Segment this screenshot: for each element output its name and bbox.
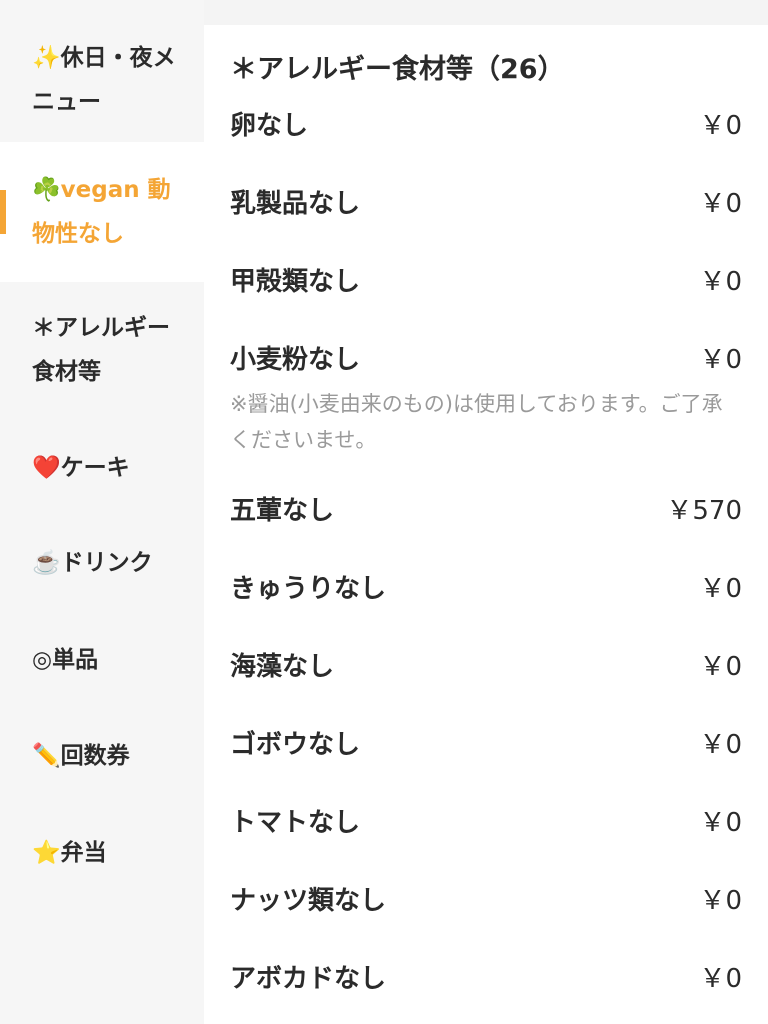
item-name: 五葷なし xyxy=(230,496,335,526)
active-indicator xyxy=(0,190,6,234)
menu-item[interactable]: アボカドなし ￥0 xyxy=(230,958,742,995)
item-name: アボカドなし xyxy=(230,964,387,994)
menu-item[interactable]: 小麦粉なし ￥0 ※醤油(小麦由来のもの)は使用しております。ご了承くださいませ… xyxy=(230,339,742,458)
menu-item[interactable]: トマトなし ￥0 xyxy=(230,802,742,839)
sidebar-item-label: ❤️ケーキ xyxy=(32,455,130,481)
sidebar-item-label: ☘️vegan 動物性なし xyxy=(32,177,171,247)
sidebar-item-label: ✨休日・夜メニュー xyxy=(32,45,176,115)
sidebar-item-single[interactable]: ◎単品 xyxy=(0,638,204,682)
item-price: ￥0 xyxy=(699,964,742,994)
top-strip xyxy=(204,0,768,25)
item-name: 甲殻類なし xyxy=(230,267,361,297)
item-name: ナッツ類なし xyxy=(230,886,387,916)
menu-item[interactable]: 乳製品なし ￥0 xyxy=(230,183,742,220)
item-price: ￥0 xyxy=(699,886,742,916)
item-name: トマトなし xyxy=(230,808,361,838)
item-price: ￥0 xyxy=(699,267,742,297)
section-title: ＊アレルギー食材等（26） xyxy=(230,54,565,85)
sidebar-item-allergy[interactable]: ＊アレルギー食材等 xyxy=(0,306,204,406)
menu-item[interactable]: ゴボウなし ￥0 xyxy=(230,724,742,761)
sidebar-item-label: ⭐️弁当 xyxy=(32,840,107,866)
category-sidebar: ✨休日・夜メニュー ☘️vegan 動物性なし ＊アレルギー食材等 ❤️ケーキ … xyxy=(0,0,204,1024)
menu-item[interactable]: きゅうりなし ￥0 xyxy=(230,568,742,605)
sidebar-item-label: ◎単品 xyxy=(32,647,99,673)
sidebar-item-tickets[interactable]: ✏️回数券 xyxy=(0,734,204,778)
item-note: ※醤油(小麦由来のもの)は使用しております。ご了承くださいませ。 xyxy=(230,392,723,452)
sidebar-item-drink[interactable]: ☕️ドリンク xyxy=(0,541,204,585)
item-name: 海藻なし xyxy=(230,652,335,682)
item-name: 卵なし xyxy=(230,111,309,141)
item-price: ￥0 xyxy=(699,189,742,219)
sidebar-item-holiday-night-menu[interactable]: ✨休日・夜メニュー xyxy=(0,28,204,142)
item-price: ￥0 xyxy=(699,730,742,760)
item-name: ゴボウなし xyxy=(230,730,361,760)
sidebar-item-vegan[interactable]: ☘️vegan 動物性なし xyxy=(0,142,204,282)
sidebar-item-label: ＊アレルギー食材等 xyxy=(32,315,170,385)
item-price: ￥570 xyxy=(666,496,742,526)
sidebar-item-label: ☕️ドリンク xyxy=(32,550,153,576)
menu-item[interactable]: 卵なし ￥0 xyxy=(230,105,742,142)
item-name: きゅうりなし xyxy=(230,574,387,604)
menu-item[interactable]: ナッツ類なし ￥0 xyxy=(230,880,742,917)
item-name: 乳製品なし xyxy=(230,189,361,219)
menu-item[interactable]: 五葷なし ￥570 xyxy=(230,490,742,527)
item-price: ￥0 xyxy=(699,111,742,141)
item-price: ￥0 xyxy=(699,808,742,838)
menu-item[interactable]: 甲殻類なし ￥0 xyxy=(230,261,742,298)
item-price: ￥0 xyxy=(699,574,742,604)
item-name: 小麦粉なし xyxy=(230,345,361,375)
item-price: ￥0 xyxy=(699,345,742,375)
menu-item[interactable]: 海藻なし ￥0 xyxy=(230,646,742,683)
sidebar-item-cake[interactable]: ❤️ケーキ xyxy=(0,446,204,490)
menu-item-list: ＊アレルギー食材等（26） 卵なし ￥0 乳製品なし ￥0 甲殻類なし ￥0 小… xyxy=(204,25,768,1024)
item-price: ￥0 xyxy=(699,652,742,682)
sidebar-item-label: ✏️回数券 xyxy=(32,743,130,769)
sidebar-item-bento[interactable]: ⭐️弁当 xyxy=(0,831,204,875)
